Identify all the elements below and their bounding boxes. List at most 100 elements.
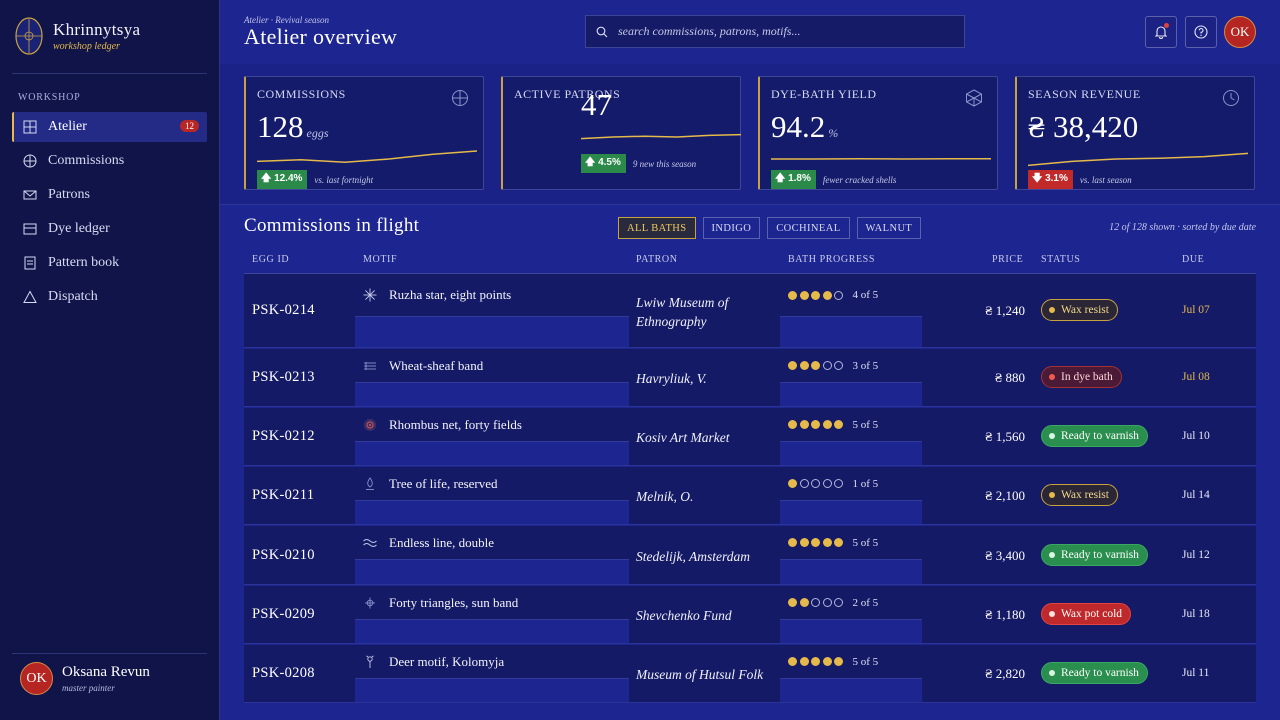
help-button[interactable] — [1185, 16, 1217, 48]
table-row[interactable]: PSK-0209 Forty triangles, sun band Shevche… — [244, 586, 1256, 644]
egg-id[interactable]: PSK-0211 — [252, 487, 314, 504]
progress-dot — [822, 538, 832, 547]
rhombus-icon — [363, 418, 377, 432]
notifications-button[interactable] — [1145, 16, 1177, 48]
kpi-card-active-patrons[interactable]: ACTIVE PATRONS 47 🡅 4.5% 9 new this seas… — [501, 76, 741, 190]
sidebar-item-patrons[interactable]: Patrons — [12, 180, 207, 210]
status-badge[interactable]: Wax pot cold — [1041, 603, 1132, 625]
cube-icon — [966, 89, 982, 107]
notification-dot — [1164, 23, 1169, 28]
patron-name[interactable]: Havryliuk, V. — [636, 369, 776, 388]
egg-id[interactable]: PSK-0214 — [252, 302, 315, 319]
sidebar-item-dispatch[interactable]: Dispatch — [12, 282, 207, 312]
status-dot — [1049, 307, 1055, 313]
status-badge[interactable]: Ready to varnish — [1041, 425, 1148, 447]
kpi-note: vs. last fortnight — [314, 174, 374, 185]
patron-name[interactable]: Museum of Hutsul Folk — [636, 665, 776, 684]
table-row[interactable]: PSK-0214 Ruzha star, eight points Lwiw Mus… — [244, 274, 1256, 348]
table-row[interactable]: PSK-0210 Endless line, double Stedelijk, A… — [244, 526, 1256, 585]
column-header-patron[interactable]: PATRON — [636, 254, 678, 265]
status-badge[interactable]: Ready to varnish — [1041, 662, 1148, 684]
user-profile[interactable]: OK Oksana Revun master painter — [20, 662, 150, 695]
kpi-card-commissions[interactable]: COMMISSIONS 128 eggs 🡅 12.4% vs. last for… — [244, 76, 484, 190]
egg-id[interactable]: PSK-0210 — [252, 547, 315, 564]
status-badge[interactable]: Wax resist — [1041, 299, 1118, 321]
sidebar-item-pattern-book[interactable]: Pattern book — [12, 248, 207, 278]
price: ₴ 1,560 — [985, 429, 1025, 444]
wheat-icon — [363, 359, 377, 373]
progress-dot — [834, 598, 843, 607]
kpi-label: COMMISSIONS — [257, 87, 346, 101]
filter-all-baths[interactable]: ALL BATHS — [618, 217, 696, 239]
progress-dot — [822, 361, 832, 370]
bath-progress: 5 of 5 — [780, 408, 922, 465]
progress-dot — [788, 361, 797, 370]
section-title: Commissions in flight — [244, 215, 420, 236]
clock-icon — [1223, 90, 1239, 106]
progress-text: 3 of 5 — [852, 359, 879, 372]
sidebar-item-dye-ledger[interactable]: Dye ledger — [12, 214, 207, 244]
search-input[interactable] — [618, 24, 938, 39]
progress-dot — [834, 361, 843, 370]
column-header-motif[interactable]: MOTIF — [363, 254, 397, 265]
column-header-egg-id[interactable]: EGG ID — [252, 254, 289, 265]
header-avatar[interactable]: OK — [1224, 16, 1256, 48]
column-header-bath-progress[interactable]: BATH PROGRESS — [788, 254, 875, 265]
progress-text: 5 of 5 — [852, 418, 879, 431]
kpi-label: DYE-BATH YIELD — [771, 87, 877, 101]
table-row[interactable]: PSK-0213 Wheat-sheaf band Havryliuk, V. 3 o… — [244, 349, 1256, 407]
column-header-status[interactable]: STATUS — [1041, 254, 1080, 265]
egg-id[interactable]: PSK-0213 — [252, 369, 315, 386]
progress-dot — [811, 538, 820, 547]
progress-dot — [811, 420, 820, 429]
patron-name[interactable]: Kosiv Art Market — [636, 428, 776, 447]
progress-dot — [799, 420, 809, 429]
egg-id[interactable]: PSK-0208 — [252, 665, 315, 682]
progress-dot — [799, 479, 809, 488]
filter-indigo[interactable]: INDIGO — [702, 217, 761, 239]
kpi-card-dye-bath-yield[interactable]: DYE-BATH YIELD 94.2% 🡅 1.8% fewer cracke… — [758, 76, 998, 190]
motif-name: Wheat-sheaf band — [389, 357, 484, 373]
status-label: Ready to varnish — [1061, 549, 1139, 561]
motif-cell: Wheat-sheaf band — [355, 349, 629, 406]
egg-id[interactable]: PSK-0212 — [252, 428, 315, 445]
sidebar-item-label: Pattern book — [48, 255, 120, 270]
kpi-value: ₴ 38,420 — [1028, 109, 1139, 144]
table-row[interactable]: PSK-0212 Rhombus net, forty fields Kosiv A… — [244, 408, 1256, 466]
sidebar-item-label: Patrons — [48, 187, 90, 202]
motif-name: Ruzha star, eight points — [389, 287, 512, 302]
patron-name[interactable]: Lwiw Museum of Ethnography — [636, 293, 776, 331]
filter-cochineal[interactable]: COCHINEAL — [767, 217, 850, 239]
column-header-price[interactable]: PRICE — [992, 254, 1023, 265]
due-date: Jul 08 — [1182, 371, 1210, 383]
search-bar[interactable] — [585, 15, 965, 48]
sidebar-item-commissions[interactable]: Commissions — [12, 146, 207, 176]
kpi-sparkline — [581, 133, 741, 140]
sidebar-item-label: Dye ledger — [48, 221, 110, 236]
egg-id[interactable]: PSK-0209 — [252, 606, 315, 623]
price: ₴ 880 — [995, 370, 1025, 385]
table-row[interactable]: PSK-0208 Deer motif, Kolomyja Museum of Hu… — [244, 645, 1256, 703]
filter-walnut[interactable]: WALNUT — [856, 217, 922, 239]
avatar: OK — [20, 662, 53, 695]
sidebar-section-label: WORKSHOP — [18, 92, 81, 103]
table-row[interactable]: PSK-0211 Tree of life, reserved Melnik, O.… — [244, 467, 1256, 525]
bath-progress: 2 of 5 — [780, 586, 922, 643]
patron-name[interactable]: Shevchenko Fund — [636, 606, 776, 625]
bath-progress: 5 of 5 — [780, 645, 922, 702]
brand[interactable]: Khrinnytsya workshop ledger — [14, 16, 140, 56]
kpi-delta: 🡇 3.1% — [1028, 170, 1073, 189]
kpi-unit: % — [828, 126, 839, 140]
status-badge[interactable]: Ready to varnish — [1041, 544, 1148, 566]
kpi-card-season-revenue[interactable]: SEASON REVENUE ₴ 38,420 🡇 3.1% vs. last … — [1015, 76, 1255, 190]
ledger-icon — [22, 221, 38, 237]
status-badge[interactable]: In dye bath — [1041, 366, 1122, 388]
sidebar-nav: Atelier 12 Commissions Patrons Dye ledge… — [12, 112, 207, 316]
column-header-due[interactable]: DUE — [1182, 254, 1204, 265]
progress-dot — [799, 290, 809, 300]
status-badge[interactable]: Wax resist — [1041, 484, 1118, 506]
progress-dot — [788, 657, 797, 666]
sidebar-item-atelier[interactable]: Atelier 12 — [12, 112, 207, 142]
patron-name[interactable]: Stedelijk, Amsterdam — [636, 547, 776, 566]
patron-name[interactable]: Melnik, O. — [636, 487, 776, 506]
